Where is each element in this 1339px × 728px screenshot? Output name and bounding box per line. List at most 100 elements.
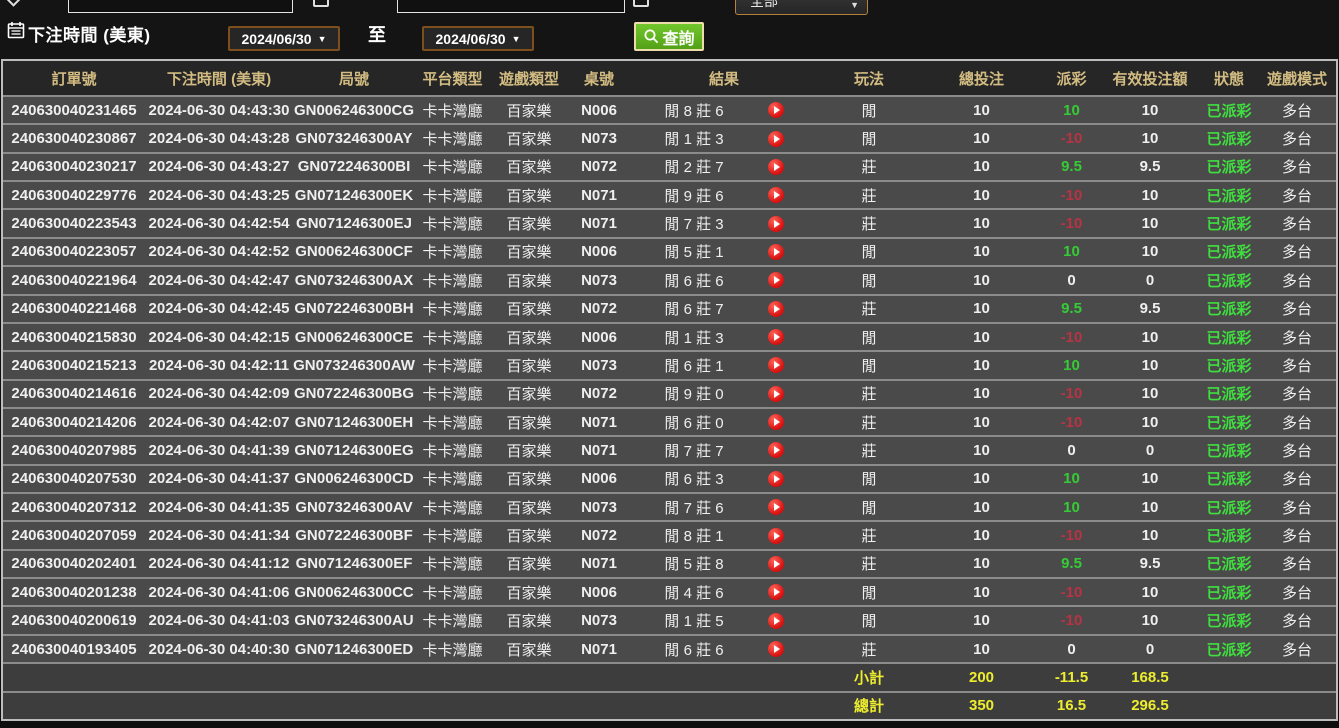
game-mode-cell: 多台 xyxy=(1258,409,1336,435)
status-cell: 已派彩 xyxy=(1200,210,1258,236)
platform-type-cell: 卡卡灣廳 xyxy=(415,210,490,236)
valid-bet-cell: 10 xyxy=(1100,466,1200,492)
account-input[interactable] xyxy=(68,0,293,13)
play-icon[interactable] xyxy=(768,471,784,487)
valid-bet-cell: 9.5 xyxy=(1100,154,1200,180)
search-button[interactable]: 查詢 xyxy=(634,22,704,51)
order-number-cell: 240630040207985 xyxy=(3,437,145,463)
payout-cell: -10 xyxy=(1043,182,1100,208)
column-header: 狀態 xyxy=(1200,61,1258,95)
payout-cell: 10 xyxy=(1043,239,1100,265)
member-icon xyxy=(4,0,22,7)
total-bet-cell: 10 xyxy=(920,381,1043,407)
total-bet-cell: 10 xyxy=(920,607,1043,633)
round-number-cell: GN073246300AX xyxy=(293,267,415,293)
play-icon[interactable] xyxy=(768,131,784,147)
round-number-cell: GN072246300BH xyxy=(293,296,415,322)
empty-cell xyxy=(1200,664,1258,690)
play-icon[interactable] xyxy=(768,159,784,175)
table-row: 2406300402070592024-06-30 04:41:34GN0722… xyxy=(3,520,1336,548)
table-row: 2406300402024012024-06-30 04:41:12GN0712… xyxy=(3,549,1336,577)
play-type-cell: 閒 xyxy=(818,125,920,151)
play-icon[interactable] xyxy=(768,442,784,458)
order-number-cell: 240630040207530 xyxy=(3,466,145,492)
bet-time-cell: 2024-06-30 04:41:06 xyxy=(145,579,293,605)
game-type-cell: 百家樂 xyxy=(490,494,568,520)
date-from-select[interactable]: 2024/06/30 ▼ xyxy=(228,26,340,51)
play-icon[interactable] xyxy=(768,499,784,515)
table-row: 2406300402235432024-06-30 04:42:54GN0712… xyxy=(3,208,1336,236)
platform-type-cell: 卡卡灣廳 xyxy=(415,466,490,492)
payout-cell: 9.5 xyxy=(1043,154,1100,180)
play-icon[interactable] xyxy=(768,244,784,260)
order-number-cell: 240630040221964 xyxy=(3,267,145,293)
play-icon[interactable] xyxy=(768,216,784,232)
play-icon[interactable] xyxy=(768,272,784,288)
bet-time-cell: 2024-06-30 04:43:30 xyxy=(145,97,293,123)
order-number-cell: 240630040229776 xyxy=(3,182,145,208)
platform-type-cell: 卡卡灣廳 xyxy=(415,409,490,435)
play-type-cell: 莊 xyxy=(818,551,920,577)
table-number-cell: N072 xyxy=(568,154,630,180)
round-number-cell: GN006246300CE xyxy=(293,324,415,350)
game-mode-cell: 多台 xyxy=(1258,551,1336,577)
play-icon[interactable] xyxy=(768,613,784,629)
payout-cell: -10 xyxy=(1043,324,1100,350)
result-text: 閒 5 莊 1 xyxy=(664,241,723,262)
total-bet-cell: 10 xyxy=(920,267,1043,293)
result-text: 閒 8 莊 6 xyxy=(664,100,723,121)
platform-type-cell: 卡卡灣廳 xyxy=(415,125,490,151)
play-icon[interactable] xyxy=(768,357,784,373)
table-row: 2406300402142062024-06-30 04:42:07GN0712… xyxy=(3,407,1336,435)
game-mode-cell: 多台 xyxy=(1258,239,1336,265)
play-icon[interactable] xyxy=(768,414,784,430)
game-mode-cell: 多台 xyxy=(1258,125,1336,151)
bet-time-cell: 2024-06-30 04:43:27 xyxy=(145,154,293,180)
table-row: 2406300402297762024-06-30 04:43:25GN0712… xyxy=(3,180,1336,208)
platform-filter-select[interactable]: 全部 ▼ xyxy=(735,0,868,15)
result-cell: 閒 5 莊 8 xyxy=(630,551,818,577)
play-icon[interactable] xyxy=(768,329,784,345)
column-header: 訂單號 xyxy=(3,61,145,95)
play-icon[interactable] xyxy=(768,641,784,657)
total-bet-cell: 10 xyxy=(920,182,1043,208)
order-number-cell: 240630040215830 xyxy=(3,324,145,350)
table-number-cell: N073 xyxy=(568,494,630,520)
round-number-cell: GN071246300EH xyxy=(293,409,415,435)
column-header: 遊戲類型 xyxy=(490,61,568,95)
table-number-cell: N072 xyxy=(568,296,630,322)
result-text: 閒 8 莊 1 xyxy=(664,525,723,546)
result-text: 閒 4 莊 6 xyxy=(664,582,723,603)
valid-bet-cell: 0 xyxy=(1100,636,1200,662)
game-mode-cell: 多台 xyxy=(1258,522,1336,548)
result-cell: 閒 1 莊 3 xyxy=(630,324,818,350)
order-number-cell: 240630040193405 xyxy=(3,636,145,662)
order-number-cell: 240630040221468 xyxy=(3,296,145,322)
game-type-cell: 百家樂 xyxy=(490,579,568,605)
play-icon[interactable] xyxy=(768,556,784,572)
platform-type-cell: 卡卡灣廳 xyxy=(415,239,490,265)
order-number-cell: 240630040207059 xyxy=(3,522,145,548)
order-number-cell: 240630040231465 xyxy=(3,97,145,123)
round-number-cell: GN006246300CC xyxy=(293,579,415,605)
play-icon[interactable] xyxy=(768,584,784,600)
status-cell: 已派彩 xyxy=(1200,182,1258,208)
round-number-cell: GN071246300EF xyxy=(293,551,415,577)
game-type-cell: 百家樂 xyxy=(490,324,568,350)
play-type-cell: 莊 xyxy=(818,182,920,208)
column-header: 局號 xyxy=(293,61,415,95)
play-icon[interactable] xyxy=(768,102,784,118)
play-icon[interactable] xyxy=(768,301,784,317)
footer-total-bet-cell: 350 xyxy=(920,693,1043,719)
date-to-select[interactable]: 2024/06/30 ▼ xyxy=(422,26,534,51)
date-to-value: 2024/06/30 xyxy=(436,31,506,47)
orders-table: 訂單號下注時間 (美東)局號平台類型遊戲類型桌號結果玩法總投注派彩有效投注額狀態… xyxy=(1,59,1338,721)
play-icon[interactable] xyxy=(768,386,784,402)
bet-time-label: 下注時間 (美東) xyxy=(28,21,151,46)
table-row: 2406300402158302024-06-30 04:42:15GN0062… xyxy=(3,322,1336,350)
play-icon[interactable] xyxy=(768,528,784,544)
table-number-cell: N006 xyxy=(568,97,630,123)
play-icon[interactable] xyxy=(768,187,784,203)
order-input[interactable] xyxy=(397,0,625,13)
column-header: 桌號 xyxy=(568,61,630,95)
